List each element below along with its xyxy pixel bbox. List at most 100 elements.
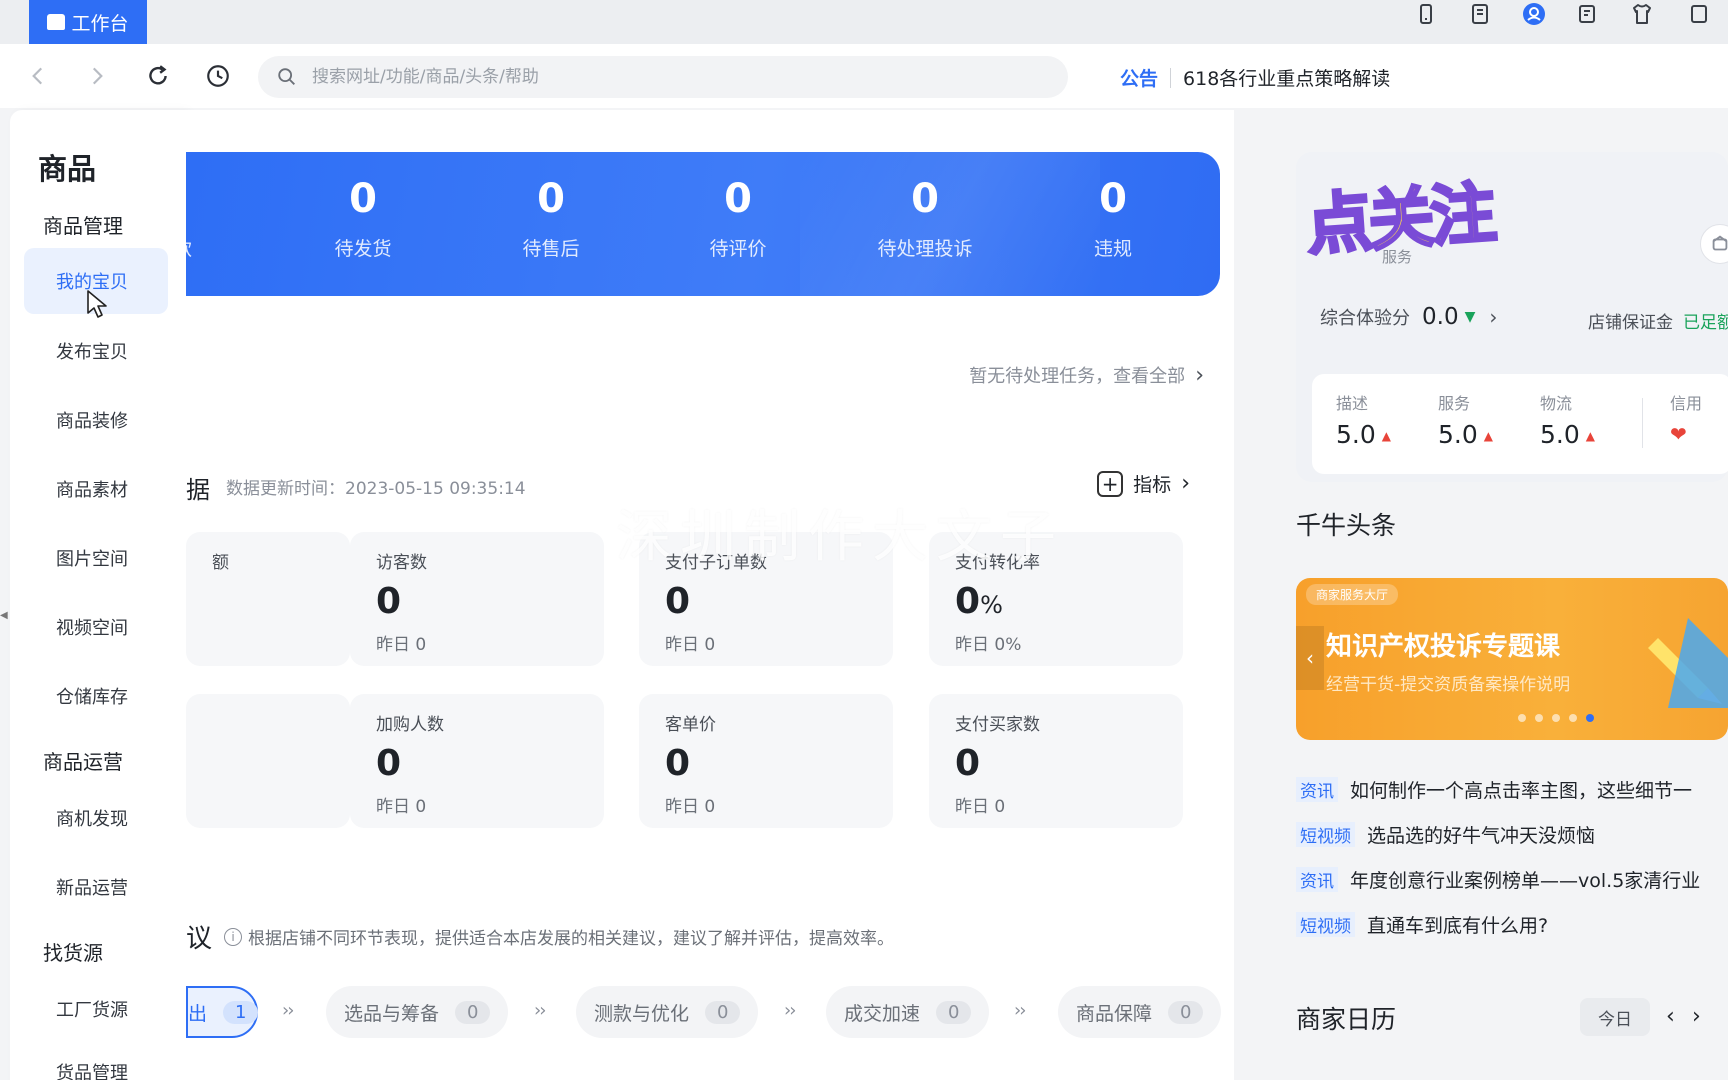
metric-number: 0 bbox=[376, 581, 402, 622]
rating-value: 5.0 ▲ bbox=[1336, 420, 1391, 449]
workspace-tab-label: 工作台 bbox=[71, 12, 129, 35]
forward-button[interactable] bbox=[77, 56, 117, 96]
section-title: 据 bbox=[186, 476, 210, 504]
today-button[interactable]: 今日 bbox=[1580, 998, 1650, 1036]
sidebar-item-video-space[interactable]: 视频空间 bbox=[24, 594, 168, 660]
shirt-icon[interactable] bbox=[1628, 1, 1656, 27]
step-count: 0 bbox=[1168, 1000, 1204, 1024]
back-button[interactable] bbox=[18, 56, 58, 96]
sidebar-item-image-space[interactable]: 图片空间 bbox=[24, 525, 168, 591]
avatar-icon[interactable] bbox=[1520, 1, 1548, 27]
news-item[interactable]: 短视频 选品选的好牛气冲天没烦恼 bbox=[1296, 819, 1595, 849]
refresh-button[interactable] bbox=[138, 56, 178, 96]
rating-label: 服务 bbox=[1438, 394, 1471, 413]
news-item[interactable]: 短视频 直通车到底有什么用? bbox=[1296, 909, 1548, 939]
metric-card[interactable]: 额 bbox=[186, 532, 350, 666]
promo-banner[interactable]: 商家服务大厅 ‹ 知识产权投诉专题课 经营干货-提交资质备案操作说明 bbox=[1296, 578, 1728, 740]
up-arrow-icon: ▲ bbox=[1585, 429, 1595, 443]
metric-value: 0 bbox=[376, 581, 578, 622]
metric-card-visitors[interactable]: 访客数 0 昨日 0 bbox=[350, 532, 604, 666]
step-acceleration[interactable]: 成交加速 0 bbox=[826, 986, 990, 1038]
metric-number: 0 bbox=[665, 743, 691, 784]
rating-label: 物流 bbox=[1540, 394, 1573, 413]
shop-icon[interactable] bbox=[1700, 224, 1728, 264]
down-arrow-icon: ▼ bbox=[1464, 309, 1476, 325]
edit-note-icon[interactable] bbox=[1574, 1, 1602, 27]
mobile-icon[interactable] bbox=[1412, 1, 1440, 27]
merchant-calendar-title: 商家日历 bbox=[1296, 1005, 1397, 1034]
sidebar-item-materials[interactable]: 商品素材 bbox=[24, 456, 168, 522]
rating-label: 信用 bbox=[1670, 394, 1703, 413]
sidebar-item-publish[interactable]: 发布宝贝 bbox=[24, 318, 168, 384]
carousel-dot[interactable] bbox=[1569, 714, 1577, 722]
mouse-cursor-icon bbox=[87, 290, 107, 318]
metric-card-buyers[interactable]: 支付买家数 0 昨日 0 bbox=[929, 694, 1183, 828]
chevron-left-icon bbox=[32, 67, 43, 85]
calendar-next-button[interactable]: › bbox=[1692, 1004, 1701, 1029]
chevron-left-icon[interactable]: ‹ bbox=[1296, 626, 1324, 690]
step-testing[interactable]: 测款与优化 0 bbox=[576, 986, 759, 1038]
step-current[interactable]: 出 1 bbox=[186, 986, 259, 1038]
sidebar: 商品 商品管理 我的宝贝 发布宝贝 商品装修 商品素材 图片空间 视频空间 仓储… bbox=[10, 110, 186, 1080]
metric-card-cart-adds[interactable]: 加购人数 0 昨日 0 bbox=[350, 694, 604, 828]
metrics-button[interactable]: + 指标 › bbox=[1097, 470, 1190, 497]
rating-credit[interactable]: 信用 ❤ bbox=[1670, 390, 1702, 446]
stat-after-sale[interactable]: 0 待售后 bbox=[476, 170, 626, 261]
announcement[interactable]: 公告 618各行业重点策略解读 bbox=[1120, 64, 1390, 91]
divider bbox=[1642, 398, 1643, 448]
sidebar-item-decoration[interactable]: 商品装修 bbox=[24, 387, 168, 453]
pending-tasks-link[interactable]: 暂无待处理任务，查看全部 › bbox=[969, 362, 1204, 388]
clock-icon bbox=[207, 65, 229, 87]
stat-to-review[interactable]: 0 待评价 bbox=[663, 170, 813, 261]
history-button[interactable] bbox=[198, 56, 238, 96]
news-item[interactable]: 资讯 年度创意行业案例榜单——vol.5家清行业 bbox=[1296, 864, 1700, 894]
sidebar-group-sourcing[interactable]: 找货源 bbox=[43, 937, 103, 966]
more-icon[interactable] bbox=[1682, 1, 1710, 27]
notebook-icon[interactable] bbox=[1466, 1, 1494, 27]
metric-value: 0 bbox=[665, 743, 867, 784]
news-tag: 短视频 bbox=[1296, 821, 1355, 847]
sidebar-item-factory[interactable]: 工厂货源 bbox=[24, 976, 168, 1042]
sidebar-group-product-management[interactable]: 商品管理 bbox=[43, 210, 123, 239]
calendar-prev-button[interactable]: ‹ bbox=[1666, 1004, 1675, 1029]
metric-card-avg-order[interactable]: 客单价 0 昨日 0 bbox=[639, 694, 893, 828]
step-label: 选品与筹备 bbox=[344, 1002, 440, 1025]
scroll-handle-icon[interactable]: ◀ bbox=[0, 610, 8, 630]
rating-logistics: 物流 5.0 ▲ bbox=[1540, 390, 1595, 449]
carousel-dot[interactable] bbox=[1552, 714, 1560, 722]
chevron-right-icon bbox=[92, 67, 103, 85]
carousel-dot[interactable] bbox=[1518, 714, 1526, 722]
stat-to-ship[interactable]: 0 待发货 bbox=[288, 170, 438, 261]
stat-complaints[interactable]: 0 待处理投诉 bbox=[850, 170, 1000, 261]
sidebar-item-inventory[interactable]: 仓储库存 bbox=[24, 663, 168, 729]
search-input[interactable] bbox=[312, 67, 1012, 87]
stat-payment[interactable]: 0 付款 bbox=[186, 170, 248, 261]
metric-value: 0 bbox=[665, 581, 867, 622]
deposit-state: 已足额 bbox=[1683, 313, 1728, 333]
sidebar-group-operations[interactable]: 商品运营 bbox=[43, 746, 123, 775]
news-item[interactable]: 资讯 如何制作一个高点击率主图，这些细节一 bbox=[1296, 774, 1692, 804]
metric-number: 0 bbox=[376, 743, 402, 784]
metric-card[interactable] bbox=[186, 694, 350, 828]
sidebar-item-opportunity[interactable]: 商机发现 bbox=[24, 785, 168, 851]
stat-value: 0 bbox=[724, 176, 752, 222]
carousel-dot-active[interactable] bbox=[1586, 714, 1594, 722]
sidebar-title: 商品 bbox=[38, 152, 97, 186]
stat-violations[interactable]: 0 违规 bbox=[1038, 170, 1188, 261]
announcement-text[interactable]: 618各行业重点策略解读 bbox=[1183, 64, 1390, 91]
experience-score[interactable]: 综合体验分 0.0 ▼ › bbox=[1320, 304, 1497, 330]
rating-value: 5.0 ▲ bbox=[1438, 420, 1493, 449]
rating-value: 5.0 ▲ bbox=[1540, 420, 1595, 449]
sidebar-item-new-products[interactable]: 新品运营 bbox=[24, 854, 168, 920]
carousel-dot[interactable] bbox=[1535, 714, 1543, 722]
workspace-tab[interactable]: 工作台 bbox=[29, 0, 147, 44]
follow-sticker[interactable]: 点关注 服务 bbox=[1302, 160, 1496, 280]
metric-unit: % bbox=[980, 591, 1003, 619]
deposit-status[interactable]: 店铺保证金 已足额 bbox=[1588, 308, 1728, 333]
step-guarantee[interactable]: 商品保障 0 bbox=[1058, 986, 1222, 1038]
metric-number: 0 bbox=[955, 743, 981, 784]
step-selection[interactable]: 选品与筹备 0 bbox=[326, 986, 509, 1038]
search-bar[interactable] bbox=[258, 56, 1068, 98]
sidebar-item-goods[interactable]: 货品管理 bbox=[24, 1045, 168, 1080]
shop-card: 点关注 服务 综合体验分 0.0 ▼ › 店铺保证金 已足额 描述 5.0 ▲ 服务… bbox=[1296, 152, 1728, 482]
